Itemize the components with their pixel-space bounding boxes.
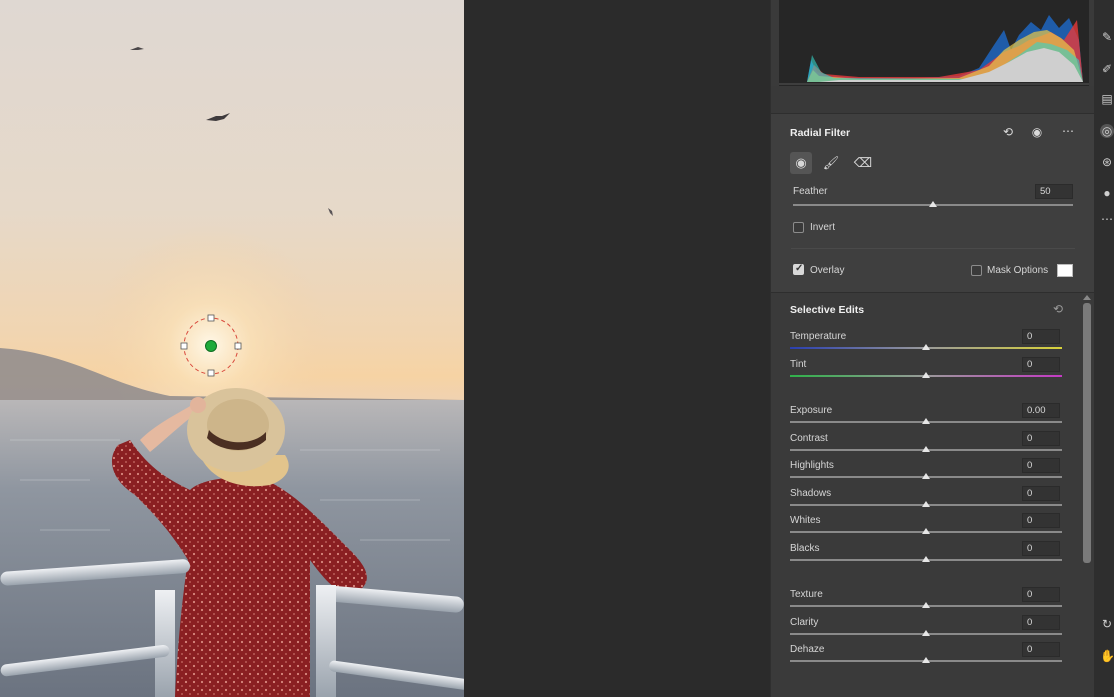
invert-label: Invert: [810, 222, 836, 233]
radial-filter-handle-top[interactable]: [207, 314, 215, 322]
exposure-value-input[interactable]: 0.00: [1022, 403, 1060, 418]
photo-preview[interactable]: [0, 0, 464, 697]
texture-label: Texture: [790, 589, 823, 600]
healing-brush-icon[interactable]: ✎: [1100, 30, 1114, 44]
dehaze-label: Dehaze: [790, 644, 825, 655]
mask-options-label: Mask Options: [987, 265, 1049, 276]
selective-edits-title: Selective Edits: [790, 304, 865, 316]
graduated-filter-icon[interactable]: ▤: [1100, 92, 1114, 106]
contrast-slider-thumb[interactable]: [922, 446, 930, 452]
highlights-label: Highlights: [790, 460, 834, 471]
tint-slider-thumb[interactable]: [922, 372, 930, 378]
radial-circle-icon: ◉: [795, 155, 807, 170]
selective-edits-section: Selective Edits ⟲ Temperature 0 Tint 0 Expos…: [771, 292, 1095, 697]
adjustment-brush-icon[interactable]: ✐: [1100, 62, 1114, 76]
brush-icon: 🖌: [822, 155, 840, 170]
brush-mode-button[interactable]: 🖌: [820, 152, 842, 174]
radial-mode-button[interactable]: ◉: [790, 152, 812, 174]
exposure-slider-thumb[interactable]: [922, 418, 930, 424]
shadows-value-input[interactable]: 0: [1022, 486, 1060, 501]
eraser-mode-button[interactable]: ⌫: [852, 152, 874, 174]
radial-filter-icon[interactable]: ◎: [1100, 124, 1114, 138]
eraser-icon: ⌫: [853, 155, 873, 170]
hand: [190, 397, 206, 413]
radial-filter-title: Radial Filter: [790, 127, 851, 139]
clarity-slider-thumb[interactable]: [922, 630, 930, 636]
clarity-label: Clarity: [790, 617, 819, 628]
invert-checkbox[interactable]: [793, 222, 804, 233]
tint-label: Tint: [790, 359, 807, 370]
more-icon[interactable]: ⋯: [1100, 212, 1114, 226]
bird: [328, 208, 333, 216]
selective-reset-icon[interactable]: ⟲: [1051, 302, 1065, 316]
radial-filter-pin[interactable]: [205, 340, 217, 352]
feather-label: Feather: [793, 186, 828, 197]
exposure-label: Exposure: [790, 405, 833, 416]
overlay-label: Overlay: [810, 265, 845, 276]
feather-value-input[interactable]: 50: [1035, 184, 1073, 199]
scrollbar-up-arrow[interactable]: [1083, 295, 1091, 300]
hand-icon[interactable]: ✋: [1100, 649, 1114, 663]
radial-filter-handle-left[interactable]: [180, 342, 188, 350]
highlights-slider-thumb[interactable]: [922, 473, 930, 479]
whites-label: Whites: [790, 515, 821, 526]
dehaze-value-input[interactable]: 0: [1022, 642, 1060, 657]
blacks-value-input[interactable]: 0: [1022, 541, 1060, 556]
feather-slider-thumb[interactable]: [929, 201, 937, 207]
overlay-checkbox[interactable]: [793, 263, 804, 275]
texture-value-input[interactable]: 0: [1022, 587, 1060, 602]
edit-panel: Radial Filter ⟲ ◉ ⋯ ◉ 🖌 ⌫ Feather 50 Inv…: [770, 0, 1095, 697]
blacks-slider-thumb[interactable]: [922, 556, 930, 562]
tool-strip: ✎ ✐ ▤ ◎ ⊛ ● ⋯ ↻ ✋: [1094, 0, 1114, 697]
bird: [130, 47, 144, 50]
scrollbar-thumb[interactable]: [1083, 303, 1091, 563]
histogram: [779, 0, 1089, 86]
temperature-value-input[interactable]: 0: [1022, 329, 1060, 344]
histogram-info-bar: [771, 86, 1095, 114]
highlights-value-input[interactable]: 0: [1022, 458, 1060, 473]
contrast-label: Contrast: [790, 433, 828, 444]
canvas-background: [464, 0, 770, 697]
whites-value-input[interactable]: 0: [1022, 513, 1060, 528]
shadows-label: Shadows: [790, 488, 832, 499]
photo-scene: [0, 47, 464, 697]
whites-slider-thumb[interactable]: [922, 528, 930, 534]
contrast-value-input[interactable]: 0: [1022, 431, 1060, 446]
tint-value-input[interactable]: 0: [1022, 357, 1060, 372]
mask-options-checkbox[interactable]: [971, 265, 982, 276]
mask-icon[interactable]: ●: [1100, 186, 1114, 200]
blacks-label: Blacks: [790, 543, 820, 554]
shadows-slider-thumb[interactable]: [922, 501, 930, 507]
radial-filter-section: Radial Filter ⟲ ◉ ⋯ ◉ 🖌 ⌫ Feather 50 Inv…: [771, 114, 1095, 292]
more-options-icon[interactable]: ⋯: [1061, 124, 1075, 138]
radial-filter-handle-right[interactable]: [234, 342, 242, 350]
overlay-color-swatch[interactable]: [1057, 264, 1073, 277]
radial-filter-handle-bottom[interactable]: [207, 369, 215, 377]
divider: [791, 248, 1075, 249]
temperature-slider-thumb[interactable]: [922, 344, 930, 350]
clarity-value-input[interactable]: 0: [1022, 615, 1060, 630]
dehaze-slider-thumb[interactable]: [922, 657, 930, 663]
photo-editor-window: Radial Filter ⟲ ◉ ⋯ ◉ 🖌 ⌫ Feather 50 Inv…: [0, 0, 1114, 697]
texture-slider-thumb[interactable]: [922, 602, 930, 608]
temperature-label: Temperature: [790, 331, 847, 342]
bird: [206, 113, 230, 121]
red-eye-icon[interactable]: ⊛: [1100, 155, 1114, 169]
reset-icon[interactable]: ⟲: [1001, 125, 1015, 139]
rotate-icon[interactable]: ↻: [1100, 617, 1114, 631]
visibility-eye-icon[interactable]: ◉: [1030, 125, 1044, 139]
